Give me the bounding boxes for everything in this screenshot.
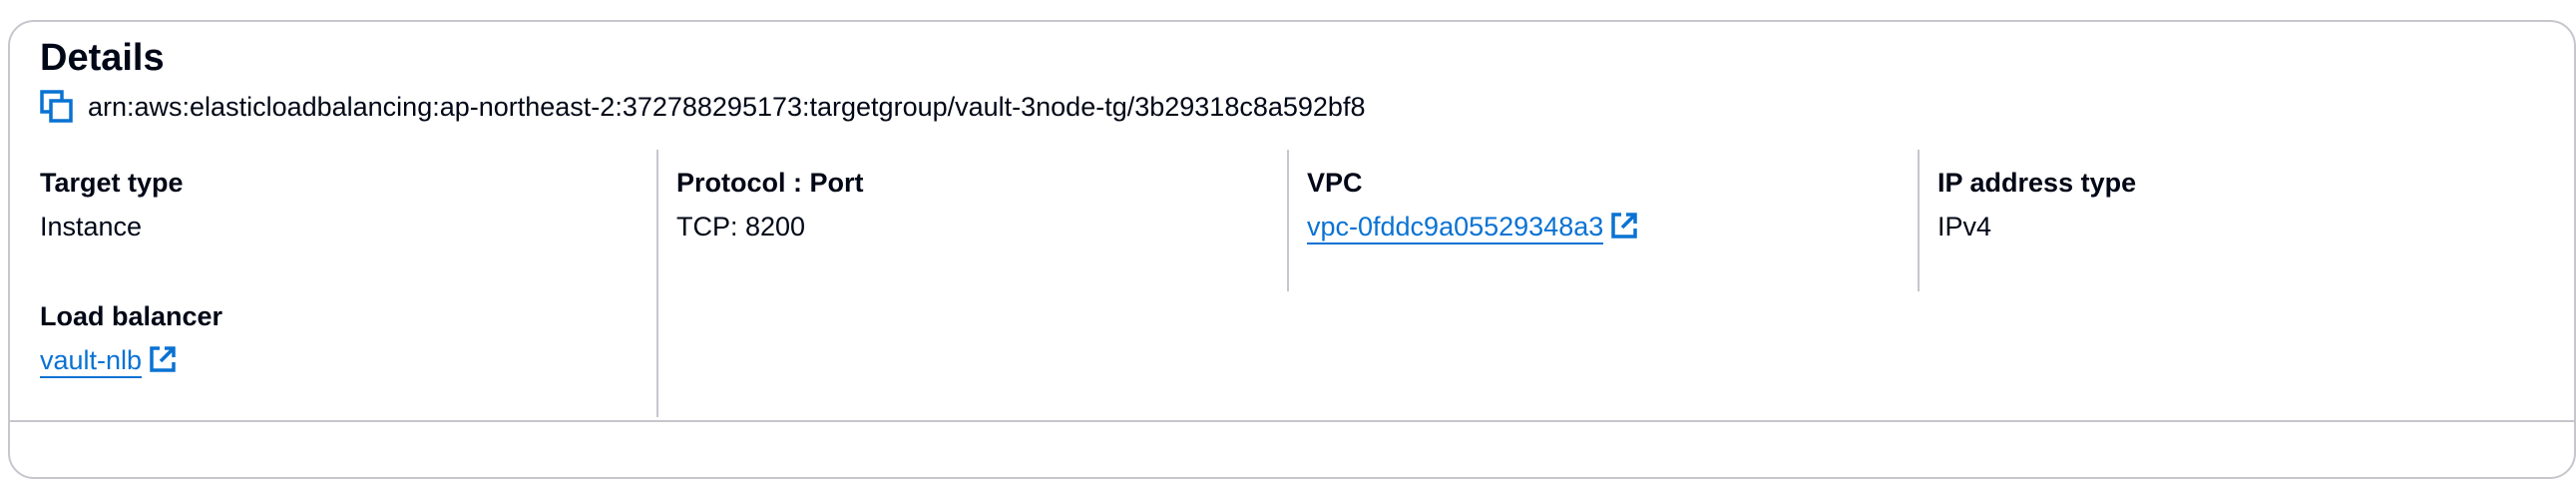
load-balancer-link[interactable]: vault-nlb [40, 345, 143, 378]
arn-row: arn:aws:elasticloadbalancing:ap-northeas… [40, 90, 1365, 124]
field-load-balancer: Load balancer vault-nlb [40, 299, 223, 378]
vpc-label: VPC [1307, 168, 1363, 198]
target-type-label: Target type [40, 168, 184, 198]
arn-text: arn:aws:elasticloadbalancing:ap-northeas… [88, 92, 1366, 122]
details-title: Details [40, 37, 165, 79]
vpc-link[interactable]: vpc-0fddc9a05529348a3 [1307, 212, 1604, 244]
details-header: Details arn:aws:elasticloadbalancing:ap-… [40, 36, 1365, 124]
external-link-icon[interactable] [1609, 211, 1639, 240]
copy-icon[interactable] [40, 90, 74, 124]
section-divider [10, 420, 2576, 422]
field-protocol-port: Protocol : Port TCP: 8200 [656, 150, 864, 417]
protocol-port-label: Protocol : Port [676, 168, 864, 198]
field-ip-address-type: IP address type IPv4 [1918, 150, 2136, 291]
target-type-value: Instance [40, 212, 143, 241]
ip-address-type-label: IP address type [1937, 168, 2137, 198]
ip-address-type-value: IPv4 [1937, 212, 1992, 241]
protocol-port-value: TCP: 8200 [676, 212, 806, 241]
field-target-type: Target type Instance [40, 166, 184, 243]
vpc-value: vpc-0fddc9a05529348a3 [1307, 210, 1639, 244]
external-link-icon[interactable] [148, 344, 178, 374]
load-balancer-label: Load balancer [40, 301, 223, 331]
load-balancer-value: vault-nlb [40, 343, 222, 378]
field-vpc: VPC vpc-0fddc9a05529348a3 [1287, 150, 1639, 291]
